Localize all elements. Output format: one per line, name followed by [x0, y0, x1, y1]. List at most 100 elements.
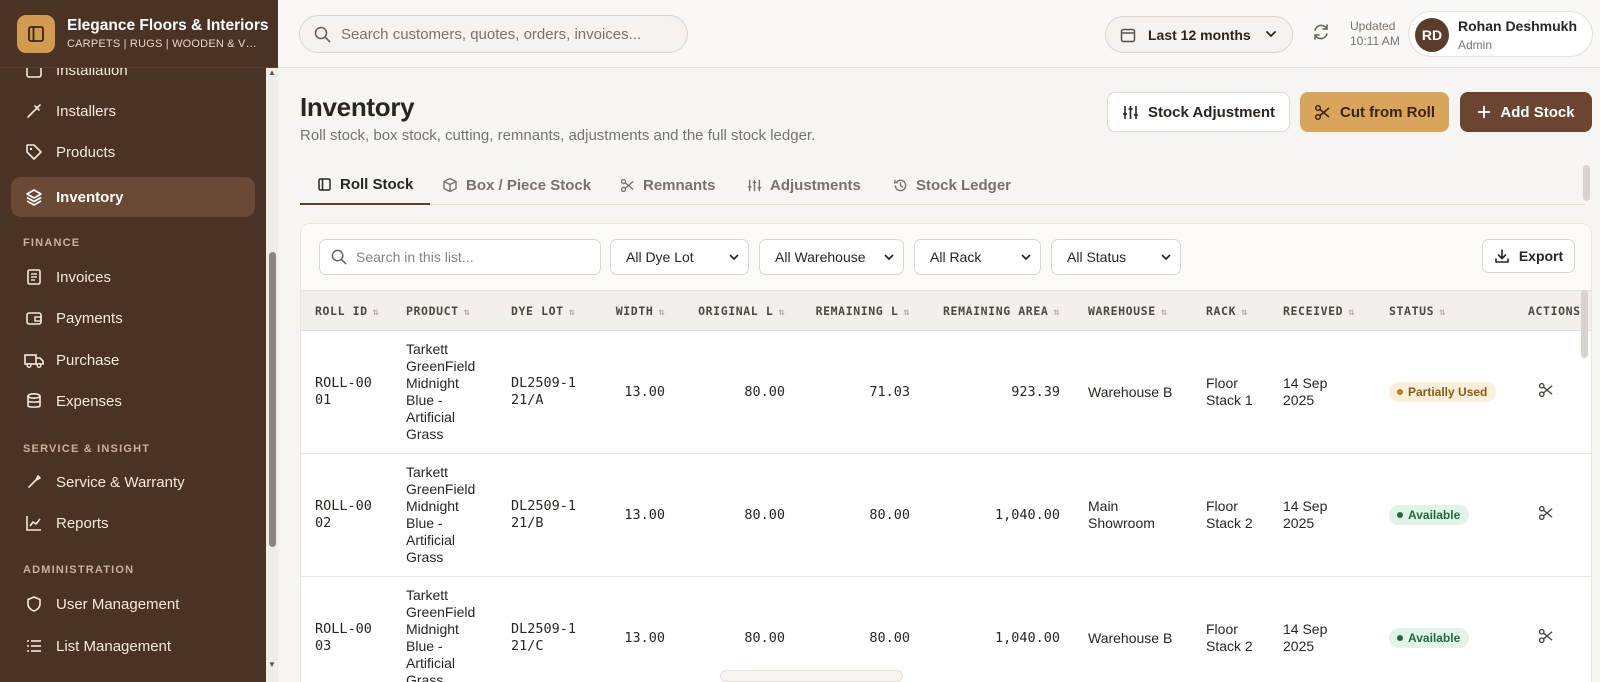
rack-value: All Rack [930, 249, 982, 265]
sidebar-item-service-warranty[interactable]: Service & Warranty [11, 462, 255, 502]
tab-roll-stock[interactable]: Roll Stock [300, 165, 431, 205]
sidebar-item-user-management[interactable]: User Management [11, 584, 255, 624]
col-header-product[interactable]: PRODUCT ⇅ [392, 290, 497, 331]
cell-remaining-length: 80.00 [793, 576, 918, 682]
cell-warehouse: Warehouse B [1068, 330, 1192, 454]
brand-subtitle: CARPETS | RUGS | WOODEN & VINYL [67, 38, 257, 50]
page-scrollbar-thumb[interactable] [1583, 165, 1590, 201]
sidebar-item-label: Products [56, 143, 116, 161]
tab-label: Roll Stock [340, 175, 414, 193]
sliders-icon [747, 178, 762, 193]
book-icon [28, 26, 44, 42]
user-menu[interactable]: RD Rohan Deshmukh Admin [1408, 11, 1593, 57]
col-header-actions: ACTIONS [1514, 290, 1591, 331]
date-range-select[interactable]: Last 12 months [1105, 16, 1293, 53]
cell-received: 14 Sep 2025 [1269, 330, 1375, 454]
status-select[interactable]: All Status [1051, 239, 1181, 275]
sidebar-item-installers[interactable]: Installers [11, 91, 255, 131]
cell-rack: Floor Stack 2 [1192, 453, 1269, 577]
col-header-warehouse[interactable]: WAREHOUSE ⇅ [1068, 290, 1192, 331]
cut-roll-scissors-icon[interactable] [1538, 505, 1554, 521]
scroll-up-arrow-icon[interactable]: ▲ [267, 68, 277, 77]
list-toolbar: Search in this list... All Dye Lot All W… [301, 224, 1591, 290]
list-search-input[interactable]: Search in this list... [319, 239, 601, 275]
cell-warehouse: Warehouse B [1068, 576, 1192, 682]
brand-logo[interactable] [17, 15, 55, 53]
scroll-down-arrow-icon[interactable]: ▼ [267, 660, 277, 669]
topbar: Search customers, quotes, orders, invoic… [278, 0, 1600, 68]
tab-box-piece-stock[interactable]: Box / Piece Stock [442, 165, 591, 205]
sidebar-item-invoices[interactable]: Invoices [11, 257, 255, 297]
col-header-original-length[interactable]: ORIGINAL L ⇅ [673, 290, 793, 331]
rack-select[interactable]: All Rack [914, 239, 1041, 275]
cell-width: 13.00 [593, 576, 673, 682]
nav-section-service: SERVICE & INSIGHT [23, 443, 151, 455]
col-header-dye-lot[interactable]: DYE LOT ⇅ [497, 290, 593, 331]
cut-roll-scissors-icon[interactable] [1538, 382, 1554, 398]
tab-label: Remnants [643, 176, 716, 194]
sidebar-scrollbar-thumb[interactable] [269, 252, 276, 547]
cell-width: 13.00 [593, 453, 673, 577]
sidebar-item-expenses[interactable]: Expenses [11, 381, 255, 421]
wallet-icon [24, 308, 44, 328]
dye-lot-select[interactable]: All Dye Lot [610, 239, 749, 275]
cut-from-roll-button[interactable]: Cut from Roll [1300, 92, 1449, 132]
sidebar-item-label: User Management [56, 595, 180, 613]
updated-status: Updated 10:11 AM [1350, 19, 1400, 49]
add-stock-button[interactable]: Add Stock [1460, 92, 1592, 132]
tab-label: Box / Piece Stock [466, 176, 592, 194]
cell-remaining-length: 71.03 [793, 330, 918, 454]
sidebar-item-purchase[interactable]: Purchase [11, 340, 255, 380]
col-header-roll-id[interactable]: ROLL ID ⇅ [301, 290, 392, 331]
sidebar-item-payments[interactable]: Payments [11, 298, 255, 338]
user-name: Rohan Deshmukh [1458, 18, 1578, 34]
cell-actions [1514, 453, 1591, 577]
table-header-row: ROLL ID ⇅ PRODUCT ⇅ DYE LOT ⇅ WIDTH ⇅ ORIGIN… [301, 290, 1591, 331]
horizontal-scroll-handle[interactable] [720, 670, 903, 682]
export-label: Export [1518, 248, 1564, 264]
global-search-input[interactable]: Search customers, quotes, orders, invoic… [299, 15, 688, 53]
tool-icon [24, 101, 44, 121]
table-scrollbar-thumb[interactable] [1581, 290, 1588, 358]
tab-remnants[interactable]: Remnants [620, 165, 716, 205]
cell-status: Partially Used [1375, 330, 1514, 454]
chevron-down-icon [1020, 251, 1032, 263]
sidebar-item-inventory[interactable]: Inventory [11, 177, 255, 217]
cell-remaining-area: 1,040.00 [918, 576, 1068, 682]
col-header-width[interactable]: WIDTH ⇅ [593, 290, 673, 331]
receipt-icon [24, 267, 44, 287]
table-row[interactable]: ROLL-0003 Tarkett GreenField Midnight Blu… [301, 576, 1591, 682]
export-button[interactable]: Export [1482, 239, 1575, 273]
cut-roll-scissors-icon[interactable] [1538, 628, 1554, 644]
cell-roll-id: ROLL-0001 [301, 330, 392, 454]
cell-roll-id: ROLL-0003 [301, 576, 392, 682]
chevron-down-icon [1264, 27, 1278, 44]
col-header-status[interactable]: STATUS ⇅ [1375, 290, 1514, 331]
table-row[interactable]: ROLL-0002 Tarkett GreenField Midnight Blu… [301, 453, 1591, 577]
roll-icon [317, 177, 332, 192]
stock-adjustment-button[interactable]: Stock Adjustment [1107, 92, 1290, 132]
sidebar-item-list-management[interactable]: List Management [11, 626, 255, 666]
page-subtitle: Roll stock, box stock, cutting, remnants… [300, 127, 816, 144]
tab-label: Adjustments [770, 176, 861, 194]
search-placeholder: Search customers, quotes, orders, invoic… [341, 25, 642, 43]
tag-icon [24, 142, 44, 162]
refresh-icon[interactable] [1311, 22, 1331, 47]
col-header-remaining-length[interactable]: REMAINING L ⇅ [793, 290, 918, 331]
col-header-received[interactable]: RECEIVED ⇅ [1269, 290, 1375, 331]
col-header-remaining-area[interactable]: REMAINING AREA ⇅ [918, 290, 1068, 331]
sidebar-item-reports[interactable]: Reports [11, 503, 255, 543]
sidebar-item-label: Inventory [56, 188, 124, 206]
tab-adjustments[interactable]: Adjustments [747, 165, 861, 205]
roll-stock-card: Search in this list... All Dye Lot All W… [300, 223, 1592, 682]
table-row[interactable]: ROLL-0001 Tarkett GreenField Midnight Blu… [301, 330, 1591, 454]
shield-icon [24, 594, 44, 614]
warehouse-select[interactable]: All Warehouse [759, 239, 904, 275]
tab-stock-ledger[interactable]: Stock Ledger [893, 165, 1011, 205]
cell-received: 14 Sep 2025 [1269, 576, 1375, 682]
history-icon [893, 178, 908, 193]
col-header-rack[interactable]: RACK ⇅ [1192, 290, 1269, 331]
nav-section-admin: ADMINISTRATION [23, 564, 135, 576]
sidebar-item-products[interactable]: Products [11, 132, 255, 172]
cell-dye-lot: DL2509-121/B [497, 453, 593, 577]
